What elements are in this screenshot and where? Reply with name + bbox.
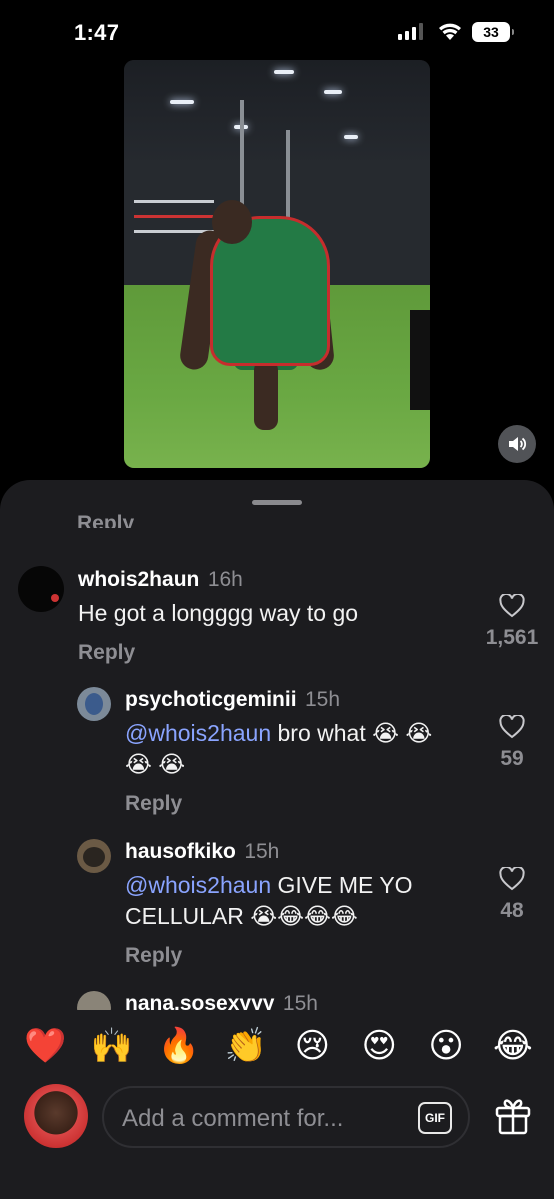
reaction-laughing[interactable]: 😂 xyxy=(492,1026,534,1066)
person-leg xyxy=(254,360,278,430)
comment-time: 15h xyxy=(244,840,280,863)
reply-link[interactable]: Reply xyxy=(125,792,465,816)
avatar-detail xyxy=(83,847,105,867)
reaction-surprised[interactable]: 😮 xyxy=(425,1026,467,1066)
like-button[interactable]: 1,561 xyxy=(482,594,542,650)
ceiling-light xyxy=(344,135,358,139)
like-button[interactable]: 48 xyxy=(482,867,542,923)
comment: psychoticgeminii 15h @whois2haun bro wha… xyxy=(125,688,465,816)
reaction-clap[interactable]: 👏 xyxy=(225,1026,267,1066)
wifi-icon xyxy=(439,23,461,40)
video-player[interactable] xyxy=(124,60,430,468)
avatar-detail xyxy=(51,594,59,602)
signal-icon xyxy=(398,23,423,40)
avatar[interactable] xyxy=(77,839,111,873)
comment: whois2haun 16h He got a longggg way to g… xyxy=(78,568,478,665)
gift-icon[interactable] xyxy=(494,1096,532,1136)
like-count: 48 xyxy=(500,899,524,922)
like-count: 59 xyxy=(500,747,524,770)
comment-input[interactable]: Add a comment for... GIF xyxy=(102,1086,470,1148)
ceiling-light xyxy=(170,100,194,104)
comment-text: @whois2haun GIVE ME YO CELLULAR 😭😂😂😂 xyxy=(125,870,465,932)
reply-link[interactable]: Reply xyxy=(125,944,465,968)
heart-outline-icon xyxy=(499,867,525,891)
ceiling-light xyxy=(324,90,342,94)
comment-username[interactable]: psychoticgeminii xyxy=(125,688,297,711)
mention-link[interactable]: @whois2haun xyxy=(125,872,271,898)
speaker-icon xyxy=(509,437,527,451)
status-bar: 1:47 33 xyxy=(0,0,554,64)
boxing-ring-rope xyxy=(134,200,214,203)
avatar-detail xyxy=(85,693,103,715)
reaction-fire[interactable]: 🔥 xyxy=(158,1026,200,1066)
reaction-crying[interactable]: 😢 xyxy=(291,1026,333,1066)
person-head xyxy=(212,200,252,244)
reply-link[interactable]: Reply xyxy=(77,508,134,528)
reply-link[interactable]: Reply xyxy=(78,641,478,665)
user-avatar[interactable] xyxy=(24,1084,88,1148)
comment-username[interactable]: hausofkiko xyxy=(125,840,236,863)
reaction-heart[interactable]: ❤️ xyxy=(24,1026,66,1066)
sound-toggle-button[interactable] xyxy=(498,425,536,463)
comment-time: 16h xyxy=(207,568,243,591)
avatar[interactable] xyxy=(18,566,64,612)
comment-time: 15h xyxy=(305,688,341,711)
avatar[interactable] xyxy=(77,687,111,721)
comment-text: He got a longggg way to go xyxy=(78,600,359,626)
sheet-grabber[interactable] xyxy=(252,500,302,505)
plyo-box xyxy=(410,310,430,410)
heart-outline-icon xyxy=(499,715,525,739)
battery-indicator: 33 xyxy=(472,22,514,42)
like-button[interactable]: 59 xyxy=(482,715,542,771)
comment-username[interactable]: whois2haun xyxy=(78,568,199,591)
mention-link[interactable]: @whois2haun xyxy=(125,720,271,746)
reaction-raised-hands[interactable]: 🙌 xyxy=(91,1026,133,1066)
comment-input-placeholder: Add a comment for... xyxy=(122,1105,344,1132)
like-count: 1,561 xyxy=(485,626,539,649)
reaction-heart-eyes[interactable]: 😍 xyxy=(358,1026,400,1066)
comment-text: @whois2haun bro what 😭 😭 😭 😭 xyxy=(125,718,465,780)
ceiling-light xyxy=(274,70,294,74)
comment: hausofkiko 15h @whois2haun GIVE ME YO CE… xyxy=(125,840,465,968)
heart-outline-icon xyxy=(499,594,525,618)
boxing-ring-rope xyxy=(134,215,214,218)
quick-reactions: ❤️ 🙌 🔥 👏 😢 😍 😮 😂 xyxy=(24,1026,534,1066)
status-time: 1:47 xyxy=(74,20,120,45)
gif-button[interactable]: GIF xyxy=(418,1102,452,1134)
